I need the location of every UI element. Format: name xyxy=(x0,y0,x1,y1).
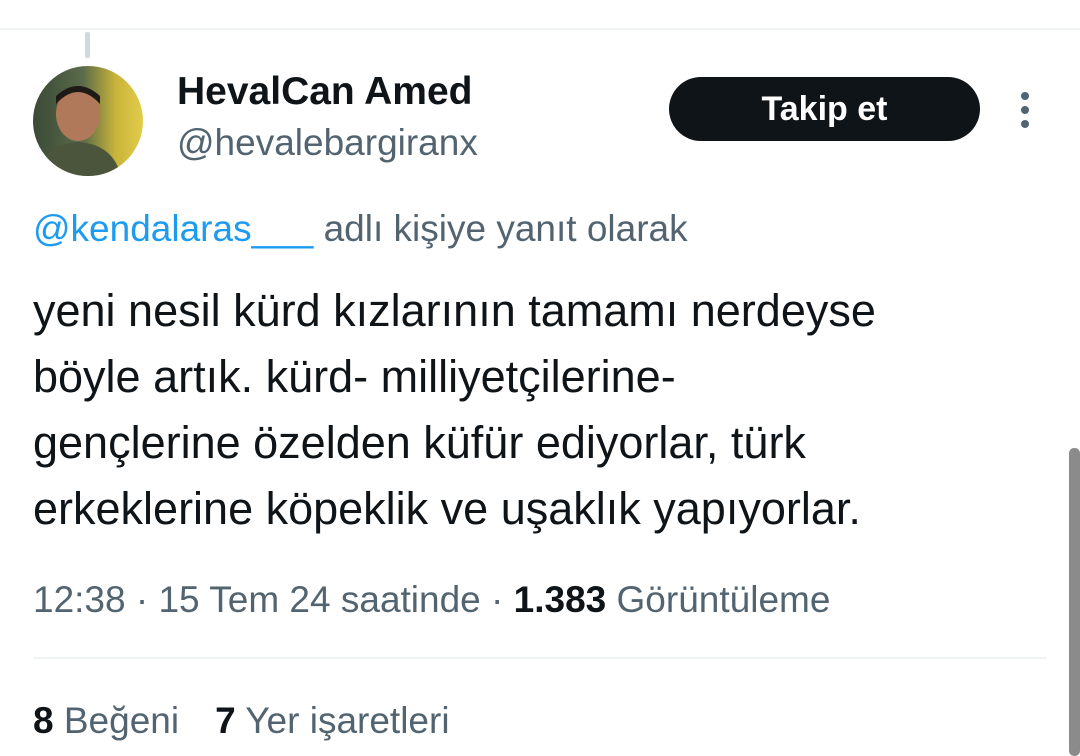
author-avatar[interactable] xyxy=(33,66,143,176)
author-display-name[interactable]: HevalCan Amed xyxy=(177,68,473,116)
reply-context: @kendalaras___ adlı kişiye yanıt olarak xyxy=(33,206,688,252)
tweet-time[interactable]: 12:38 xyxy=(33,579,126,620)
reply-context-text: adlı kişiye yanıt olarak xyxy=(313,208,688,249)
engagement-stats: 8 Beğeni 7 Yer işaretleri xyxy=(33,697,486,745)
reply-mention-link[interactable]: @kendalaras___ xyxy=(33,208,313,249)
stats-divider xyxy=(33,657,1047,659)
tweet-text-line: böyle artık. kürd- milliyetçilerine- xyxy=(33,351,676,402)
top-divider xyxy=(0,0,1080,30)
more-vertical-icon[interactable] xyxy=(1010,90,1040,130)
tweet-text-line: erkeklerine köpeklik ve uşaklık yapıyorl… xyxy=(33,483,861,534)
tweet-meta: 12:38 · 15 Tem 24 saatinde · 1.383 Görün… xyxy=(33,576,830,624)
views-count: 1.383 xyxy=(513,579,607,620)
views-label: Görüntüleme xyxy=(606,579,831,620)
likes-stat[interactable]: 8 Beğeni xyxy=(33,697,179,745)
bookmarks-stat[interactable]: 7 Yer işaretleri xyxy=(215,697,449,745)
tweet-date[interactable]: 15 Tem 24 saatinde xyxy=(158,579,480,620)
bookmarks-count: 7 xyxy=(215,700,236,741)
tweet-text-line: yeni nesil kürd kızlarının tamamı nerdey… xyxy=(33,285,876,336)
tweet-text-line: gençlerine özelden küfür ediyorlar, türk xyxy=(33,417,806,468)
scrollbar-thumb[interactable] xyxy=(1069,448,1080,756)
thread-connector-line xyxy=(85,32,90,58)
author-handle[interactable]: @hevalebargiranx xyxy=(177,120,478,166)
user-avatar-icon xyxy=(38,86,121,176)
meta-separator: · xyxy=(125,579,159,620)
meta-separator: · xyxy=(480,579,514,620)
tweet-text: yeni nesil kürd kızlarının tamamı nerdey… xyxy=(33,278,1033,542)
bookmarks-label: Yer işaretleri xyxy=(235,700,450,741)
likes-count: 8 xyxy=(33,700,54,741)
follow-button[interactable]: Takip et xyxy=(669,77,980,141)
likes-label: Beğeni xyxy=(53,700,180,741)
